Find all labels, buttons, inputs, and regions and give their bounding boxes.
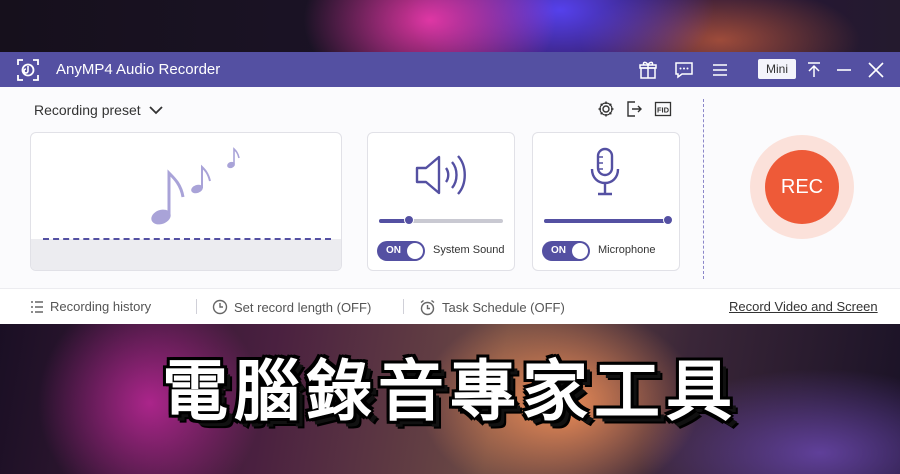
- microphone-icon: [590, 147, 620, 196]
- task-schedule-button[interactable]: Task Schedule (OFF): [419, 299, 565, 316]
- minimize-icon[interactable]: [834, 60, 854, 80]
- close-icon[interactable]: [866, 60, 886, 80]
- alarm-clock-icon: [420, 299, 435, 316]
- system-sound-toggle-knob: [407, 243, 423, 259]
- vertical-divider: [703, 99, 704, 279]
- rec-button[interactable]: REC: [765, 150, 839, 224]
- export-icon[interactable]: [625, 100, 643, 118]
- system-sound-card: ON System Sound: [367, 132, 515, 271]
- record-video-and-screen-link[interactable]: Record Video and Screen: [729, 299, 878, 314]
- microphone-label: Microphone: [598, 244, 656, 256]
- fps-icon[interactable]: FID: [654, 100, 672, 118]
- system-sound-label: System Sound: [433, 244, 505, 256]
- speaker-icon: [415, 155, 466, 195]
- waveform-panel: [30, 132, 342, 271]
- pin-icon[interactable]: [804, 60, 824, 80]
- gift-icon[interactable]: [638, 60, 658, 80]
- app-title: AnyMP4 Audio Recorder: [56, 61, 221, 78]
- recording-preset-label: Recording preset: [34, 102, 141, 118]
- gear-icon[interactable]: [597, 100, 615, 118]
- app-logo-icon: [17, 59, 39, 81]
- chat-icon[interactable]: [674, 60, 694, 80]
- waveform-baseline: [43, 238, 331, 240]
- recording-history-button[interactable]: Recording history: [30, 299, 151, 314]
- microphone-card: ON Microphone: [532, 132, 680, 271]
- banner-title: 電腦錄音專家工具: [162, 353, 738, 430]
- waveform-floor: [31, 239, 341, 270]
- recording-preset-dropdown[interactable]: Recording preset: [34, 102, 163, 118]
- menu-icon[interactable]: [710, 60, 730, 80]
- system-sound-volume-handle[interactable]: [403, 215, 414, 225]
- microphone-volume-slider[interactable]: [544, 215, 673, 225]
- main-content: Recording preset FID ON System Sound ON …: [0, 87, 900, 288]
- svg-text:FID: FID: [657, 106, 670, 115]
- set-record-length-label: Set record length (OFF): [234, 299, 372, 315]
- microphone-toggle-knob: [572, 243, 588, 259]
- recording-history-label: Recording history: [50, 299, 152, 314]
- chevron-down-icon: [148, 106, 163, 115]
- app-window: AnyMP4 Audio Recorder Mini Recording pre…: [0, 52, 900, 324]
- footer-separator: [196, 299, 197, 314]
- music-notes-icon: [151, 147, 240, 225]
- titlebar: AnyMP4 Audio Recorder Mini: [0, 52, 900, 87]
- set-record-length-button[interactable]: Set record length (OFF): [212, 299, 371, 315]
- clock-icon: [212, 299, 228, 315]
- microphone-volume-handle[interactable]: [663, 215, 673, 225]
- task-schedule-label: Task Schedule (OFF): [442, 300, 565, 315]
- system-sound-toggle[interactable]: ON: [377, 241, 425, 261]
- system-sound-toggle-label: ON: [386, 245, 401, 256]
- mini-mode-button[interactable]: Mini: [758, 59, 796, 79]
- footer-bar: Recording history Set record length (OFF…: [0, 288, 900, 324]
- background-top: [0, 0, 900, 52]
- footer-separator: [403, 299, 404, 314]
- microphone-volume-fill: [544, 219, 668, 223]
- system-sound-volume-slider[interactable]: [379, 215, 503, 225]
- microphone-toggle[interactable]: ON: [542, 241, 590, 261]
- list-icon: [31, 300, 43, 313]
- microphone-toggle-label: ON: [551, 245, 566, 256]
